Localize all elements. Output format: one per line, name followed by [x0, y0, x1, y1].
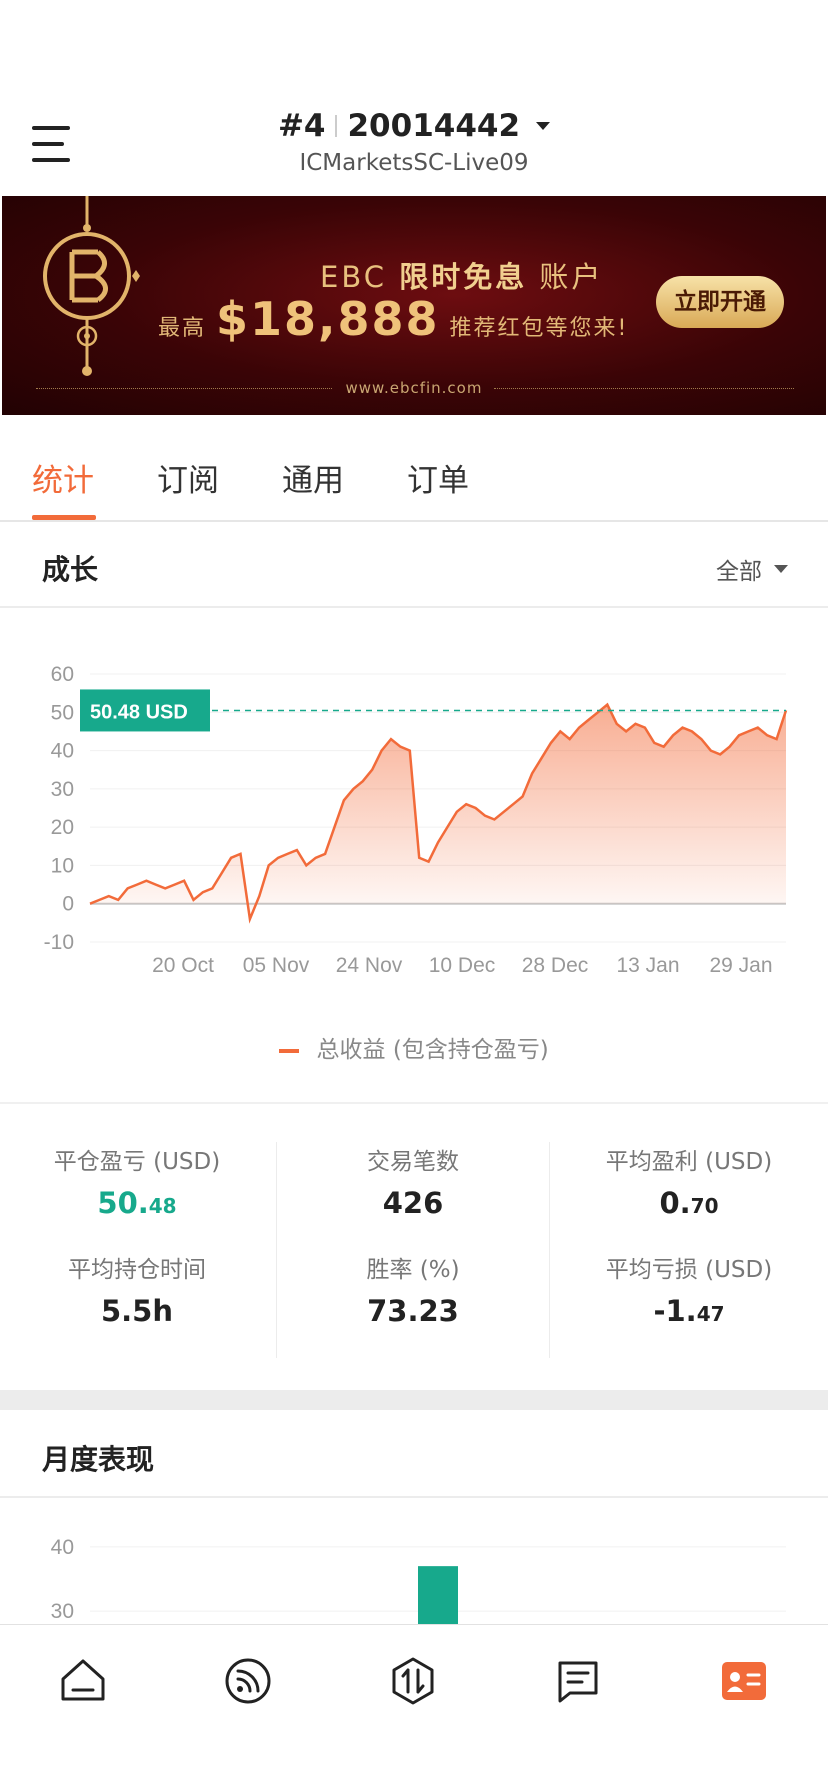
- legend-swatch: [279, 1048, 300, 1053]
- tab-orders[interactable]: 订单: [407, 455, 469, 500]
- nav-home[interactable]: [57, 1655, 109, 1707]
- banner-highlight: 限时免息: [399, 260, 528, 294]
- bottom-nav: [0, 1624, 828, 1792]
- avg-profit-value: 0.70: [659, 1186, 719, 1220]
- tab-stats[interactable]: 统计: [32, 455, 94, 500]
- caret-down-icon: [774, 565, 788, 573]
- stats-column-1: 平仓盈亏 (USD) 50.48 平均持仓时间 5.5h: [0, 1142, 274, 1358]
- nav-profile[interactable]: [718, 1655, 770, 1707]
- profile-card-icon: [722, 1662, 766, 1700]
- monthly-chart-svg: 40 30: [51, 1536, 786, 1624]
- closed-pnl-value: 50.48: [97, 1186, 177, 1220]
- x-tick-label: 10 Dec: [429, 954, 496, 977]
- y-tick-label: 20: [51, 816, 74, 839]
- stats-column-3: 平均盈利 (USD) 0.70 平均亏损 (USD) -1.47: [552, 1142, 826, 1358]
- banner-account-word: 账户: [539, 260, 604, 294]
- monthly-header: 月度表现: [0, 1410, 828, 1498]
- y-tick-label: 10: [51, 854, 74, 877]
- x-tick-label: 29 Jan: [709, 954, 772, 977]
- current-value-marker: 50.48 USD: [80, 689, 210, 732]
- y-tick-label: 40: [51, 740, 74, 763]
- promo-banner[interactable]: EBC 限时免息 账户 最高 $18,888 推荐红包等您来! 立即开通 www…: [2, 196, 826, 415]
- win-rate-label: 胜率 (%): [366, 1257, 460, 1283]
- avg-loss-value: -1.47: [653, 1294, 725, 1328]
- growth-chart: 60 50 40 30 20 10 0 -10 50.48 USD 20 Oct 05 Nov 2…: [0, 612, 828, 1102]
- tab-general[interactable]: 通用: [282, 455, 344, 500]
- avg-hold-time-value: 5.5h: [100, 1294, 174, 1328]
- y-tick-label: -10: [44, 931, 74, 954]
- trade-icon: [392, 1657, 434, 1705]
- banner-max-label: 最高: [158, 316, 207, 341]
- growth-header: 成长 全部: [0, 522, 828, 608]
- home-icon: [61, 1659, 105, 1701]
- account-switcher[interactable]: #4 20014442 ICMarketsSC-Live09: [0, 108, 828, 176]
- trade-count-value: 426: [382, 1186, 444, 1220]
- monthly-chart: 40 30: [0, 1498, 828, 1624]
- ebc-logo-icon: [43, 196, 140, 376]
- y-tick-label: 50: [51, 701, 74, 724]
- monthly-bar[interactable]: [418, 1566, 458, 1624]
- svg-text:50.48 USD: 50.48 USD: [90, 701, 188, 723]
- closed-pnl-label: 平仓盈亏 (USD): [53, 1149, 221, 1175]
- open-account-button[interactable]: 立即开通: [656, 276, 784, 328]
- app-header: #4 20014442 ICMarketsSC-Live09: [0, 0, 828, 196]
- section-divider: [0, 1390, 828, 1410]
- stats-panel: 平仓盈亏 (USD) 50.48 平均持仓时间 5.5h 交易笔数 426 胜率…: [0, 1102, 828, 1390]
- banner-offer-text: 推荐红包等您来!: [449, 316, 629, 341]
- server-name: ICMarketsSC-Live09: [299, 150, 529, 176]
- x-tick-label: 28 Dec: [522, 954, 589, 977]
- x-tick-label: 24 Nov: [336, 954, 403, 977]
- avg-profit-label: 平均盈利 (USD): [605, 1149, 773, 1175]
- tab-active-indicator: [32, 515, 96, 520]
- chevron-down-icon: [536, 122, 551, 130]
- account-separator: [335, 115, 338, 137]
- period-filter-label: 全部: [716, 559, 762, 585]
- banner-url: www.ebcfin.com: [345, 379, 483, 397]
- banner-subline: 最高 $18,888 推荐红包等您来!: [158, 292, 628, 346]
- growth-area: [90, 704, 786, 919]
- y-tick-label: 40: [51, 1536, 74, 1559]
- win-rate-value: 73.23: [367, 1294, 459, 1328]
- y-tick-label: 0: [62, 893, 74, 916]
- nav-feed[interactable]: [222, 1655, 274, 1707]
- period-filter[interactable]: 全部: [716, 552, 788, 586]
- monthly-title: 月度表现: [42, 1443, 155, 1476]
- news-icon: [558, 1661, 598, 1703]
- x-tick-label: 05 Nov: [243, 954, 310, 977]
- banner-brand: EBC: [320, 260, 387, 294]
- y-tick-label: 60: [51, 663, 74, 686]
- nav-news[interactable]: [552, 1655, 604, 1707]
- avg-loss-label: 平均亏损 (USD): [605, 1257, 773, 1283]
- growth-chart-svg: 60 50 40 30 20 10 0 -10 50.48 USD 20 Oct 05 Nov 2…: [44, 663, 788, 977]
- growth-title: 成长: [42, 553, 99, 586]
- legend-label: 总收益 (包含持仓盈亏): [316, 1037, 549, 1063]
- y-tick-label: 30: [51, 778, 74, 801]
- account-number: 20014442: [347, 108, 521, 144]
- chart-legend: 总收益 (包含持仓盈亏): [0, 1030, 828, 1064]
- x-tick-label: 13 Jan: [616, 954, 679, 977]
- avg-hold-time-label: 平均持仓时间: [68, 1257, 206, 1283]
- y-tick-label: 30: [51, 1600, 74, 1623]
- tab-subscribe[interactable]: 订阅: [157, 455, 219, 500]
- banner-amount: $18,888: [216, 292, 440, 346]
- x-tick-label: 20 Oct: [152, 954, 214, 977]
- nav-trade[interactable]: [387, 1655, 439, 1707]
- tab-bar: 统计 订阅 通用 订单: [0, 415, 828, 522]
- stats-column-2: 交易笔数 426 胜率 (%) 73.23: [276, 1142, 550, 1358]
- account-index: #4: [277, 108, 326, 144]
- trade-count-label: 交易笔数: [367, 1149, 459, 1175]
- feed-icon: [225, 1658, 271, 1704]
- banner-headline: EBC 限时免息 账户: [320, 254, 603, 296]
